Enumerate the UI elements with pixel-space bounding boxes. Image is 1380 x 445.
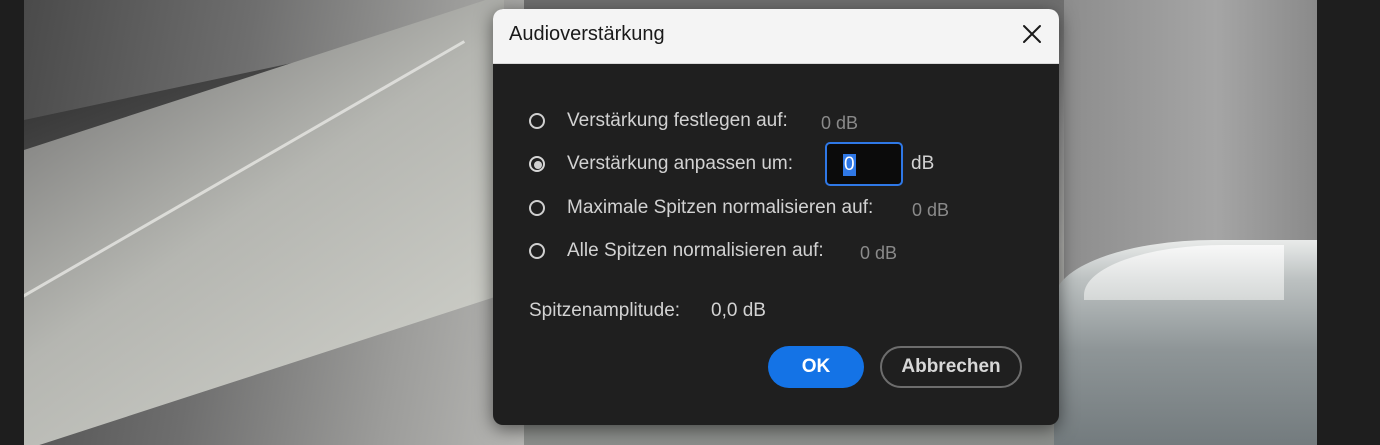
adjust-gain-unit: dB [911, 153, 935, 174]
option-normalize-all-peaks-label: Alle Spitzen normalisieren auf: [567, 240, 824, 261]
normalize-all-peaks-value: 0 dB [860, 243, 898, 263]
close-icon[interactable] [1017, 19, 1047, 49]
option-adjust-gain-label: Verstärkung anpassen um: [567, 153, 794, 174]
cancel-button[interactable]: Abbrechen [880, 346, 1022, 388]
option-adjust-gain[interactable]: Verstärkung anpassen um: [529, 151, 793, 177]
radio-normalize-all-peaks[interactable] [529, 243, 545, 259]
normalize-max-peak-value: 0 dB [912, 200, 950, 220]
set-gain-value: 0 dB [821, 113, 859, 133]
option-normalize-all-peaks[interactable]: Alle Spitzen normalisieren auf: [529, 238, 824, 264]
radio-adjust-gain[interactable] [529, 156, 545, 172]
radio-set-gain[interactable] [529, 113, 545, 129]
dialog-title: Audioverstärkung [509, 23, 665, 45]
audio-gain-dialog: Audioverstärkung Verstärkung festlegen a… [493, 9, 1059, 425]
option-normalize-max-peak[interactable]: Maximale Spitzen normalisieren auf: [529, 195, 873, 221]
radio-normalize-max-peak[interactable] [529, 200, 545, 216]
dialog-titlebar: Audioverstärkung [493, 9, 1059, 64]
peak-amplitude-label: Spitzenamplitude: [529, 300, 681, 321]
adjust-gain-input[interactable]: 0 [825, 142, 903, 186]
right-edge [1317, 0, 1380, 445]
left-edge [0, 0, 24, 445]
adjust-gain-input-value: 0 [843, 154, 856, 176]
peak-amplitude-value: 0,0 dB [711, 300, 766, 321]
option-normalize-max-peak-label: Maximale Spitzen normalisieren auf: [567, 197, 874, 218]
option-set-gain-label: Verstärkung festlegen auf: [567, 110, 788, 131]
ok-button[interactable]: OK [768, 346, 864, 388]
option-set-gain[interactable]: Verstärkung festlegen auf: [529, 108, 788, 134]
